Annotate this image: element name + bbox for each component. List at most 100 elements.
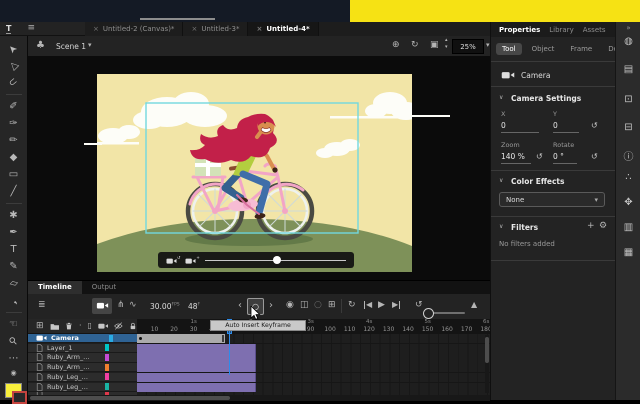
stage[interactable] (97, 74, 412, 272)
timeline-ruler[interactable]: 1s2s3s4s5s6s1020304050607080901001101201… (137, 319, 490, 335)
panel-tab-properties[interactable]: Properties (499, 26, 540, 34)
graph-editor-icon[interactable]: ∿ (129, 301, 137, 310)
frame-picker-panel-icon[interactable]: ▤ (616, 64, 640, 75)
eraser-tool[interactable]: ◆ (0, 149, 27, 166)
horizontal-scrollbar-thumb[interactable] (30, 396, 230, 400)
tween-frame-span[interactable] (137, 344, 256, 353)
reset-timeline-zoom-icon[interactable]: ↺ (415, 301, 423, 310)
fps-value[interactable]: 30.00FPS (150, 302, 180, 311)
camera-zoom-slider-knob[interactable] (273, 256, 281, 264)
subtab-tool[interactable]: Tool (496, 43, 522, 55)
fluid-brush-tool[interactable]: ✐ (0, 98, 27, 115)
insert-keyframe-icon[interactable]: ◉ (286, 301, 294, 310)
camera-rotate-icon[interactable]: ↺ (166, 255, 180, 264)
layer-row-Ruby_Leg_…[interactable]: Ruby_Leg_… (28, 373, 137, 382)
highlight-layer-icon[interactable]: · (79, 322, 82, 330)
text-tool[interactable]: T (0, 241, 27, 258)
subtab-object[interactable]: Object (526, 43, 561, 55)
fill-color-swatch[interactable] (5, 383, 22, 398)
insert-blank-keyframe-icon[interactable]: ○ (314, 301, 322, 310)
collapse-dock-icon[interactable]: » (616, 24, 640, 32)
close-tab-icon[interactable]: × (256, 25, 262, 33)
selection-tool[interactable]: ➤ (0, 40, 27, 57)
show-hide-all-layers-icon[interactable] (114, 321, 123, 331)
paint-bucket-tool[interactable]: ▱ (0, 275, 27, 292)
onion-skin-icon[interactable]: ◫ (300, 301, 309, 310)
center-stage-icon[interactable]: ⊕ (392, 41, 400, 50)
close-tab-icon[interactable]: × (93, 25, 99, 33)
pasteboard[interactable]: ↺ + (28, 56, 490, 280)
layer-parenting-icon[interactable]: ⋔ (117, 301, 125, 310)
x-value-field[interactable]: 0 (501, 121, 539, 133)
motion-presets-panel-icon[interactable]: ∴ (616, 172, 640, 183)
zoom-dropdown-icon[interactable]: ▾ (486, 42, 490, 49)
asset-warp-tool[interactable]: ✱ (0, 207, 27, 224)
tween-frame-span[interactable] (137, 353, 256, 362)
clip-content-icon[interactable]: ▣ (430, 41, 439, 50)
add-filter-icon[interactable]: + (587, 222, 595, 231)
hand-tool[interactable]: ☜ (0, 316, 27, 333)
camera-toggle-button[interactable] (92, 298, 112, 314)
panel-tab-library[interactable]: Library (549, 26, 573, 34)
step-back-icon[interactable]: ◀ (364, 301, 372, 309)
rotate-stage-icon[interactable]: ↻ (411, 41, 419, 50)
subselection-tool[interactable]: ▷ (0, 57, 27, 74)
ink-bottle-tool[interactable]: ✒ (0, 224, 27, 241)
tween-frame-span[interactable] (137, 373, 256, 382)
insert-frame-icon[interactable]: ⊞ (328, 301, 336, 310)
timeline-tab-output[interactable]: Output (82, 281, 126, 294)
eyedropper-tool[interactable]: ❛ (0, 292, 27, 309)
layers-stack-icon[interactable]: ≣ (38, 301, 46, 310)
layer-row-Camera[interactable]: Camera (28, 334, 137, 343)
asset-sculpt-panel-icon[interactable]: ✥ (616, 197, 640, 208)
play-button-icon[interactable]: ▶ (378, 301, 385, 310)
camera-rotate-field[interactable]: 0 ° (553, 152, 577, 164)
layer-row-Layer_1[interactable]: Layer_1 (28, 344, 137, 353)
tools-panel-menu-icon[interactable]: ≡ (27, 24, 35, 33)
document-tab[interactable]: ×Untitled-2 (Canvas)* (85, 22, 183, 36)
timeline-zoom-max-icon[interactable]: ▲ (471, 301, 477, 309)
swatches-panel-icon[interactable]: ▦ (616, 247, 640, 258)
timeline-tab-timeline[interactable]: Timeline (28, 281, 82, 294)
subtab-frame[interactable]: Frame (564, 43, 598, 55)
camera-zoom-field[interactable]: 140 % (501, 152, 531, 164)
step-forward-icon[interactable]: ▶ (392, 301, 400, 309)
layer-frames[interactable] (137, 344, 490, 354)
layer-frames[interactable] (137, 363, 490, 373)
color-indicator-icon[interactable]: ◉ (10, 370, 16, 377)
prev-keyframe-icon[interactable]: ‹ (238, 301, 242, 311)
rectangle-tool[interactable]: ▭ (0, 166, 27, 183)
loop-playback-icon[interactable]: ↻ (348, 301, 356, 310)
layer-row-Ruby_Arm_…[interactable]: Ruby_Arm_… (28, 363, 137, 372)
outline-layers-icon[interactable]: ▯ (88, 322, 92, 330)
close-tab-icon[interactable]: × (191, 25, 197, 33)
new-folder-icon[interactable] (50, 322, 60, 331)
align-panel-icon[interactable]: ⊟ (616, 122, 640, 133)
reset-position-icon[interactable]: ↺ (591, 121, 598, 130)
layer-frames[interactable] (137, 373, 490, 383)
camera-zoom-slider[interactable] (205, 260, 346, 261)
info-panel-icon[interactable]: ⓘ (616, 148, 640, 163)
collapse-filters-icon[interactable]: ∨ (499, 224, 503, 230)
layer-frames[interactable] (137, 383, 490, 393)
lock-all-layers-icon[interactable] (129, 321, 137, 331)
y-value-field[interactable]: 0 (553, 121, 579, 133)
layer-row-Ruby_Arm_…[interactable]: Ruby_Arm_… (28, 353, 137, 362)
document-tab[interactable]: ×Untitled-3* (183, 22, 248, 36)
filter-options-gear-icon[interactable]: ⚙ (599, 222, 607, 231)
next-keyframe-icon[interactable]: › (269, 301, 273, 311)
zoom-level-input[interactable]: 25% (452, 39, 484, 54)
tween-frame-span[interactable] (137, 363, 256, 372)
zoom-stepper-down[interactable]: ▾ (445, 45, 448, 50)
vertical-scrollbar-thumb[interactable] (485, 337, 489, 363)
camera-zoom-icon[interactable]: + (185, 255, 199, 264)
new-layer-icon[interactable]: ⊞ (36, 322, 44, 331)
line-tool[interactable]: ╱ (0, 183, 27, 200)
zoom-tool[interactable]: ⚲ (0, 333, 27, 350)
pencil-tool[interactable]: ✎ (0, 258, 27, 275)
camera-settings-title[interactable]: Camera Settings (511, 94, 581, 103)
classic-brush-tool[interactable]: ✑ (0, 115, 27, 132)
reset-rotate-icon[interactable]: ↺ (591, 152, 598, 161)
color-effects-title[interactable]: Color Effects (511, 177, 564, 186)
timeline-zoom-knob[interactable] (423, 308, 434, 319)
